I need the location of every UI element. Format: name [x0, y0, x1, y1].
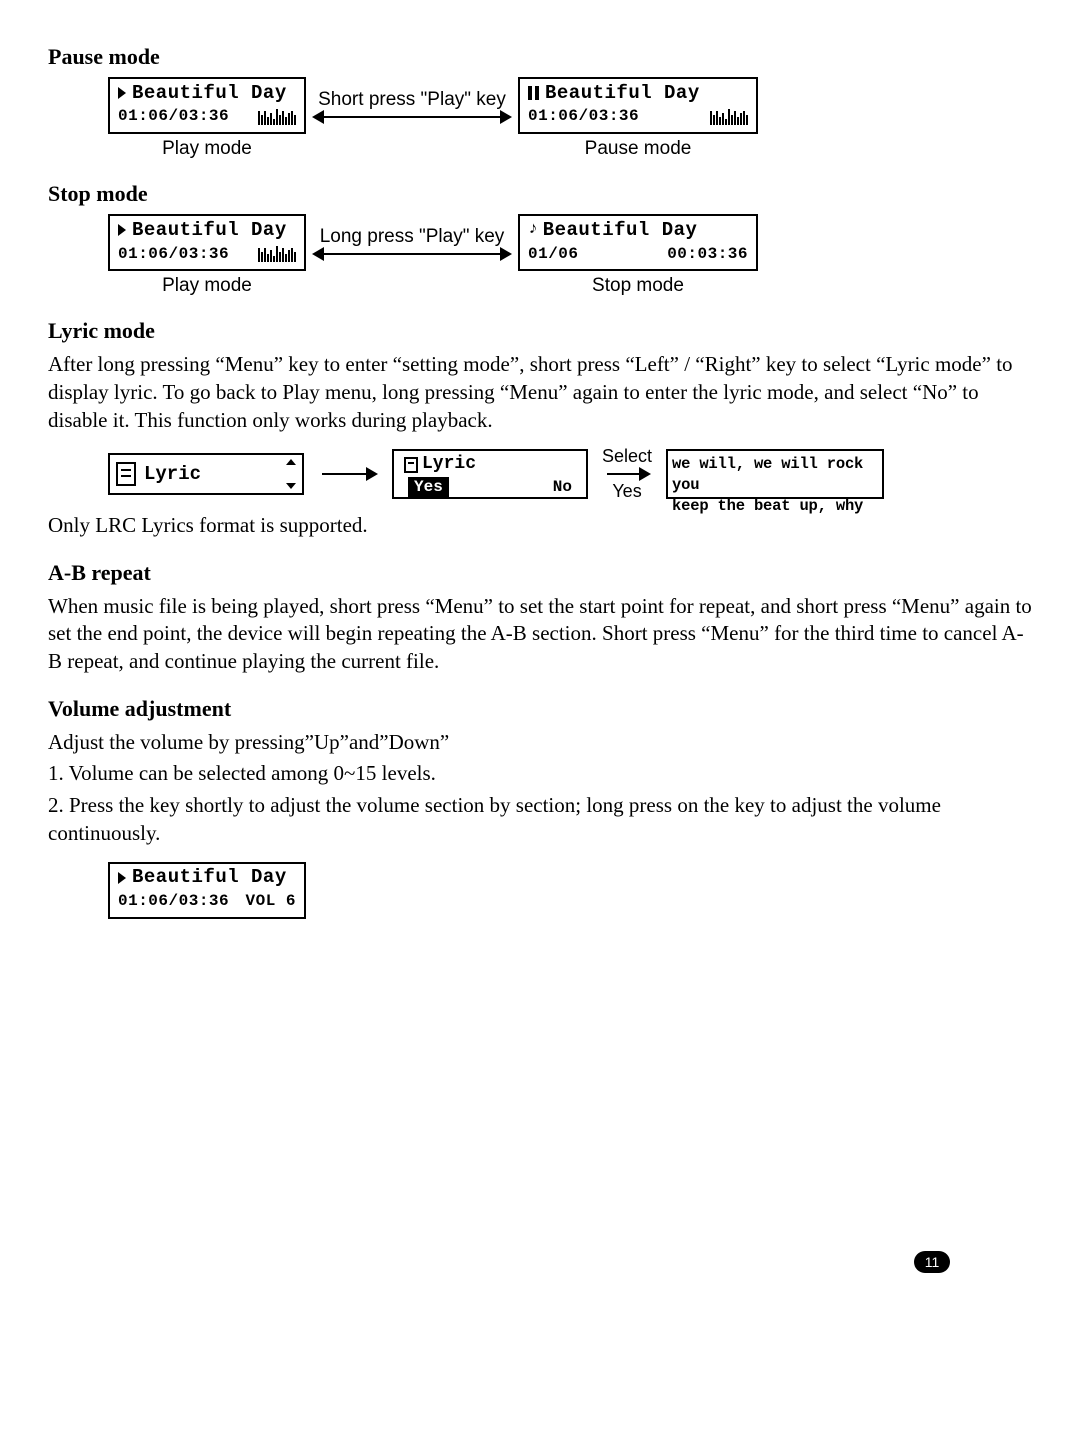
- volume-intro: Adjust the volume by pressing”Up”and”Dow…: [48, 729, 1032, 757]
- caption-stop-mode: Stop mode: [518, 273, 758, 298]
- lyric-note: Only LRC Lyrics format is supported.: [48, 512, 1032, 540]
- time-progress: 01:06/03:36: [118, 891, 229, 912]
- page-icon: [404, 457, 418, 473]
- lcd-lyric-menu: Lyric: [108, 453, 304, 495]
- diagram-lyric-mode: Lyric Lyric Yes No Select Yes we will, w…: [108, 446, 1032, 501]
- track-number: 01/06: [528, 244, 579, 265]
- music-note-icon: ♪: [528, 219, 539, 241]
- triangle-up-icon: [286, 459, 296, 465]
- time-progress: 01:06/03:36: [118, 106, 229, 127]
- song-title: Beautiful Day: [545, 81, 700, 106]
- track-total-time: 00:03:36: [667, 244, 748, 265]
- lcd-stop-mode: ♪ Beautiful Day 01/06 00:03:36: [518, 214, 758, 271]
- select-yes-text: Yes: [612, 481, 641, 502]
- caption-play-mode: Play mode: [108, 273, 306, 298]
- caption-pause-mode: Pause mode: [518, 136, 758, 161]
- document-icon: [116, 462, 136, 486]
- lcd-volume: Beautiful Day 01:06/03:36 VOL 6: [108, 862, 306, 919]
- ab-repeat-paragraph: When music file is being played, short p…: [48, 593, 1032, 676]
- volume-item-2: 2. Press the key shortly to adjust the v…: [48, 792, 1032, 847]
- caption-play-mode: Play mode: [108, 136, 306, 161]
- pause-icon: [528, 86, 539, 100]
- equalizer-icon: [258, 246, 296, 262]
- song-title: Beautiful Day: [543, 218, 698, 243]
- triangle-down-icon: [286, 483, 296, 489]
- lyric-mode-paragraph: After long pressing “Menu” key to enter …: [48, 351, 1032, 434]
- song-title: Beautiful Day: [132, 81, 287, 106]
- arrow-label: Short press "Play" key: [318, 87, 506, 112]
- lcd-lyric-yes-no: Lyric Yes No: [392, 449, 588, 499]
- lyric-line-1: we will, we will rock you: [672, 454, 878, 496]
- select-text: Select: [602, 446, 652, 467]
- lcd-play-mode-2: Beautiful Day 01:06/03:36: [108, 214, 306, 271]
- heading-stop-mode: Stop mode: [48, 179, 1032, 208]
- lyric-line-2: keep the beat up, why: [672, 496, 878, 517]
- song-title: Beautiful Day: [132, 218, 287, 243]
- select-yes-label: Select Yes: [602, 446, 652, 501]
- lyric-menu-label: Lyric: [144, 462, 201, 487]
- heading-ab-repeat: A-B repeat: [48, 558, 1032, 587]
- play-icon: [118, 872, 126, 884]
- option-no: No: [553, 477, 572, 498]
- equalizer-icon: [710, 109, 748, 125]
- lyric-header: Lyric: [422, 453, 476, 477]
- volume-item-1: 1. Volume can be selected among 0~15 lev…: [48, 760, 1032, 788]
- volume-level: VOL 6: [245, 891, 296, 912]
- lcd-lyric-display: we will, we will rock you keep the beat …: [666, 449, 884, 499]
- equalizer-icon: [258, 109, 296, 125]
- arrow-long-press: Long press "Play" key: [312, 224, 512, 261]
- diagram-pause-mode: Beautiful Day 01:06/03:36 Short press "P…: [108, 77, 1032, 161]
- diagram-stop-mode: Beautiful Day 01:06/03:36 Long press "Pl…: [108, 214, 1032, 298]
- play-icon: [118, 224, 126, 236]
- time-progress: 01:06/03:36: [118, 244, 229, 265]
- heading-pause-mode: Pause mode: [48, 42, 1032, 71]
- lcd-play-mode: Beautiful Day 01:06/03:36: [108, 77, 306, 134]
- time-progress: 01:06/03:36: [528, 106, 639, 127]
- option-yes-selected: Yes: [408, 477, 449, 498]
- arrow-right-icon: [318, 467, 378, 481]
- lcd-pause-mode: Beautiful Day 01:06/03:36: [518, 77, 758, 134]
- arrow-short-press: Short press "Play" key: [312, 87, 512, 124]
- play-icon: [118, 87, 126, 99]
- arrow-label: Long press "Play" key: [320, 224, 505, 249]
- heading-volume-adjustment: Volume adjustment: [48, 694, 1032, 723]
- page-number: 11: [914, 1251, 950, 1273]
- heading-lyric-mode: Lyric mode: [48, 316, 1032, 345]
- song-title: Beautiful Day: [132, 865, 287, 890]
